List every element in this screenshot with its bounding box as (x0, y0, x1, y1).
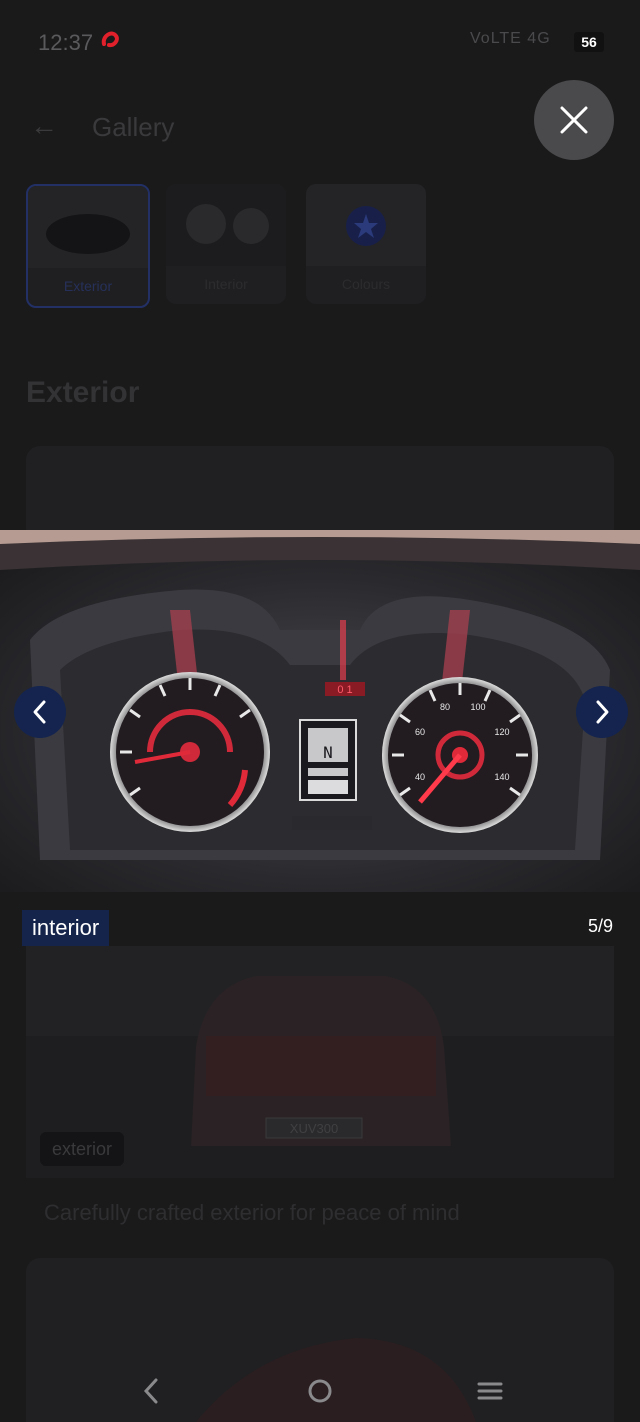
category-chip: exterior (40, 1132, 125, 1166)
back-arrow-icon[interactable]: ← (30, 110, 58, 142)
svg-text:N: N (323, 743, 333, 762)
image-caption: interior (22, 910, 110, 946)
close-button[interactable] (534, 80, 614, 160)
gallery-card (26, 446, 614, 530)
image-viewer[interactable]: 0 1 N 40 60 80 100 120 140 (0, 530, 640, 892)
svg-text:120: 120 (494, 727, 509, 737)
chevron-left-icon (33, 700, 46, 724)
gallery-tabs: Exterior Interior Colours (26, 184, 446, 308)
svg-text:100: 100 (470, 702, 485, 712)
svg-text:60: 60 (415, 727, 425, 737)
tab-exterior[interactable]: Exterior (26, 184, 150, 308)
signal-indicator: VoLTE 4G (470, 30, 551, 47)
next-image-button[interactable] (576, 686, 628, 738)
tab-thumbnail (306, 184, 426, 266)
instrument-cluster-image: 0 1 N 4060 80 100 120140 (0, 530, 640, 892)
svg-text:40: 40 (415, 772, 425, 782)
tab-label: Colours (341, 276, 391, 292)
tab-thumbnail (166, 184, 286, 266)
chevron-right-icon (596, 700, 609, 724)
previous-image-button[interactable] (14, 686, 66, 738)
section-title: Exterior (26, 376, 140, 409)
svg-text:0 1: 0 1 (337, 684, 352, 696)
system-home-icon[interactable] (306, 1376, 334, 1406)
page-title: Gallery (92, 112, 175, 142)
system-back-icon[interactable] (140, 1376, 162, 1406)
image-counter: 5/9 (588, 916, 614, 936)
status-bar: 12:37 VoLTE 4G 56 (0, 0, 640, 80)
tab-label: Interior (204, 276, 248, 292)
system-navigation-bar (0, 1362, 640, 1422)
system-menu-icon[interactable] (476, 1376, 504, 1406)
svg-text:140: 140 (494, 772, 509, 782)
status-time: 12:37 (38, 30, 94, 55)
tab-label: Exterior (63, 278, 113, 294)
license-plate: XUV300 (290, 1121, 338, 1136)
tab-interior[interactable]: Interior (166, 184, 286, 304)
carrier-logo-icon (101, 31, 119, 48)
tab-thumbnail (28, 186, 148, 268)
svg-text:80: 80 (440, 702, 450, 712)
close-icon (560, 106, 588, 134)
battery-indicator: 56 (574, 32, 604, 52)
card-description: Carefully crafted exterior for peace of … (44, 1200, 460, 1225)
tab-colours[interactable]: Colours (306, 184, 426, 304)
